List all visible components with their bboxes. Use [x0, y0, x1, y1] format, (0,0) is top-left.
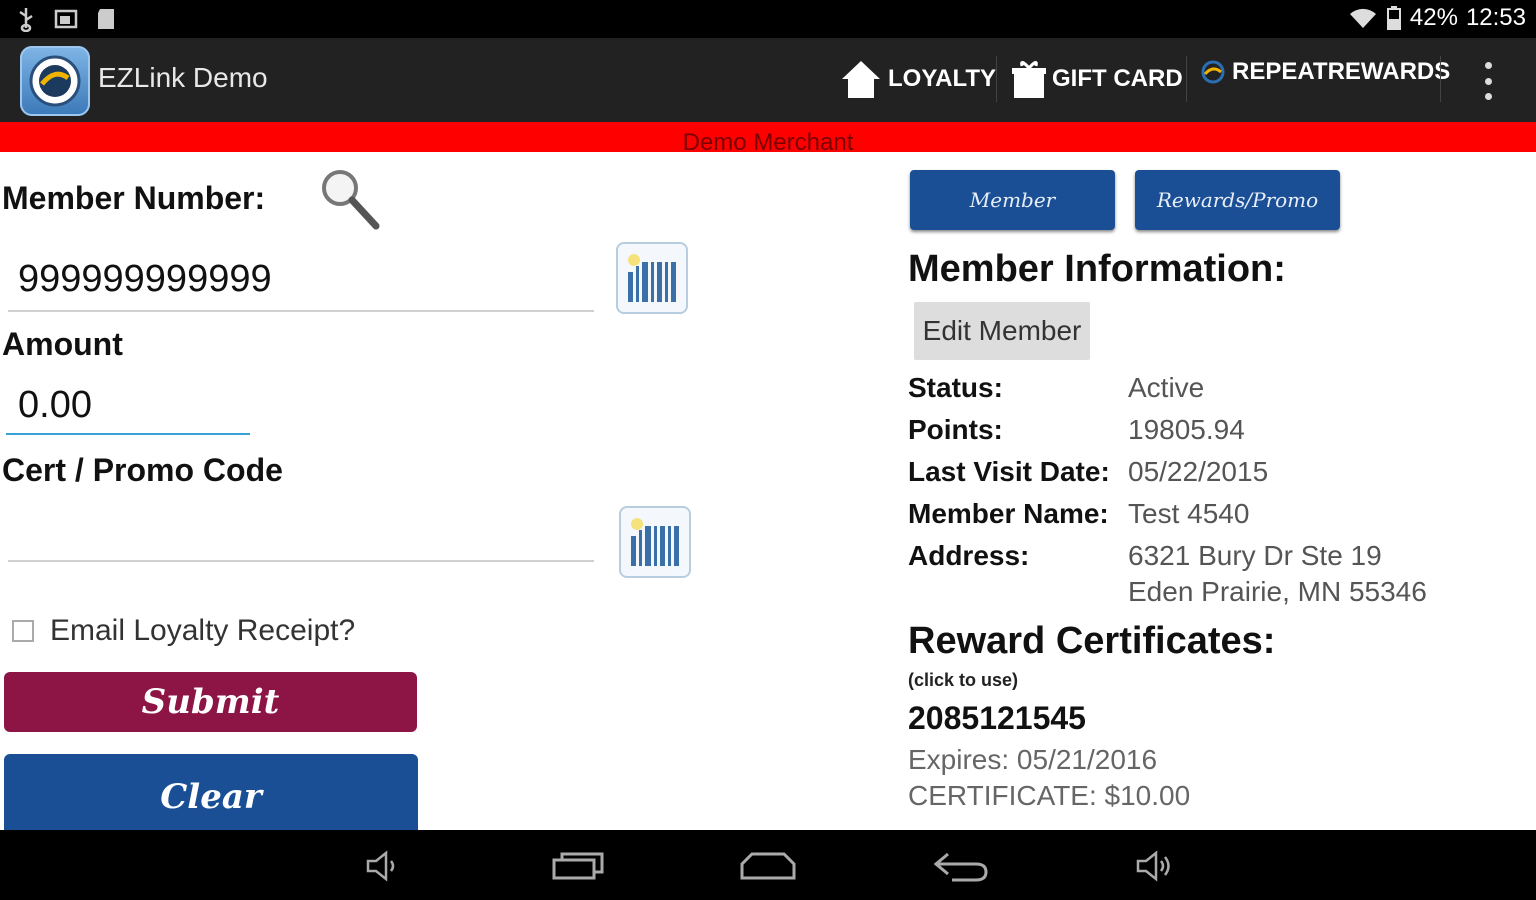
status-key: Status: — [908, 372, 1003, 403]
search-icon[interactable] — [316, 164, 384, 232]
nav-repeatrewards[interactable]: REPEATREWARDS — [1200, 58, 1450, 86]
clear-button[interactable]: Clear — [4, 754, 418, 834]
scan-member-barcode-button[interactable] — [616, 242, 688, 314]
certificate-amount[interactable]: CERTIFICATE: $10.00 — [908, 780, 1190, 812]
volume-up-icon[interactable] — [1134, 850, 1174, 882]
clock: 12:53 — [1465, 4, 1526, 31]
battery-percent: 42% — [1409, 4, 1458, 31]
last-visit-key: Last Visit Date: — [908, 456, 1110, 487]
barcode-icon — [631, 518, 679, 566]
nav-divider — [1440, 56, 1441, 102]
click-to-use-hint: (click to use) — [908, 670, 1019, 690]
recent-apps-icon[interactable] — [550, 850, 606, 882]
amount-underline — [6, 433, 250, 435]
member-number-input[interactable]: 999999999999 — [18, 258, 272, 301]
battery-icon — [1386, 6, 1401, 30]
member-number-underline — [8, 310, 594, 312]
volume-down-icon[interactable] — [364, 850, 400, 882]
wifi-icon — [1349, 8, 1376, 28]
nav-gift-card[interactable]: GIFT CARD — [1012, 58, 1183, 100]
member-info-heading: Member Information: — [908, 248, 1286, 290]
promo-code-underline — [8, 560, 594, 562]
tab-rewards-promo[interactable]: Rewards/Promo — [1135, 170, 1340, 230]
app-logo-icon[interactable] — [20, 46, 90, 116]
member-name-value: Test 4540 — [1128, 498, 1250, 529]
promo-code-label: Cert / Promo Code — [2, 452, 283, 488]
address-line2: Eden Prairie, MN 55346 — [1128, 576, 1427, 607]
points-value: 19805.94 — [1128, 414, 1245, 445]
nav-gift-card-label: GIFT CARD — [1052, 65, 1183, 92]
app-title: EZLink Demo — [98, 62, 268, 93]
repeat-icon — [1201, 60, 1225, 84]
sd-card-icon — [98, 9, 114, 29]
nav-loyalty-label: LOYALTY — [888, 65, 997, 92]
reward-certificates-heading: Reward Certificates: — [908, 620, 1276, 662]
action-bar: EZLink Demo LOYALTY GIFT CARD REPEATREWA… — [0, 38, 1536, 122]
back-icon[interactable] — [932, 850, 990, 882]
gift-icon — [1012, 61, 1046, 98]
last-visit-value: 05/22/2015 — [1128, 456, 1269, 487]
home-button-icon[interactable] — [738, 850, 798, 882]
scan-promo-barcode-button[interactable] — [619, 506, 691, 578]
member-number-label: Member Number: — [2, 180, 266, 216]
edit-member-button[interactable]: Edit Member — [914, 302, 1090, 360]
certificate-expires[interactable]: Expires: 05/21/2016 — [908, 744, 1157, 776]
merchant-name: Demo Merchant — [682, 129, 854, 156]
address-line1: 6321 Bury Dr Ste 19 — [1128, 540, 1382, 571]
submit-button[interactable]: Submit — [4, 672, 417, 732]
home-icon — [842, 61, 880, 98]
email-receipt-checkbox[interactable] — [12, 620, 34, 642]
nav-divider — [996, 56, 997, 102]
amount-input[interactable]: 0.00 — [18, 384, 92, 427]
barcode-icon — [628, 254, 676, 302]
member-name-key: Member Name: — [908, 498, 1109, 529]
overflow-menu-icon[interactable] — [1480, 62, 1496, 100]
nav-loyalty[interactable]: LOYALTY — [840, 58, 996, 100]
screenshot-icon — [54, 9, 78, 29]
status-value: Active — [1128, 372, 1205, 403]
usb-icon — [19, 8, 33, 32]
address-key: Address: — [908, 540, 1030, 571]
nav-divider — [1186, 56, 1187, 102]
email-receipt-label: Email Loyalty Receipt? — [50, 614, 356, 647]
system-navigation-bar — [0, 830, 1536, 900]
nav-repeatrewards-label: REPEATREWARDS — [1232, 58, 1451, 85]
certificate-number[interactable]: 2085121545 — [908, 700, 1086, 737]
status-bar: 42% 12:53 — [0, 0, 1536, 38]
amount-label: Amount — [2, 326, 123, 362]
points-key: Points: — [908, 414, 1003, 445]
tab-member[interactable]: Member — [910, 170, 1115, 230]
